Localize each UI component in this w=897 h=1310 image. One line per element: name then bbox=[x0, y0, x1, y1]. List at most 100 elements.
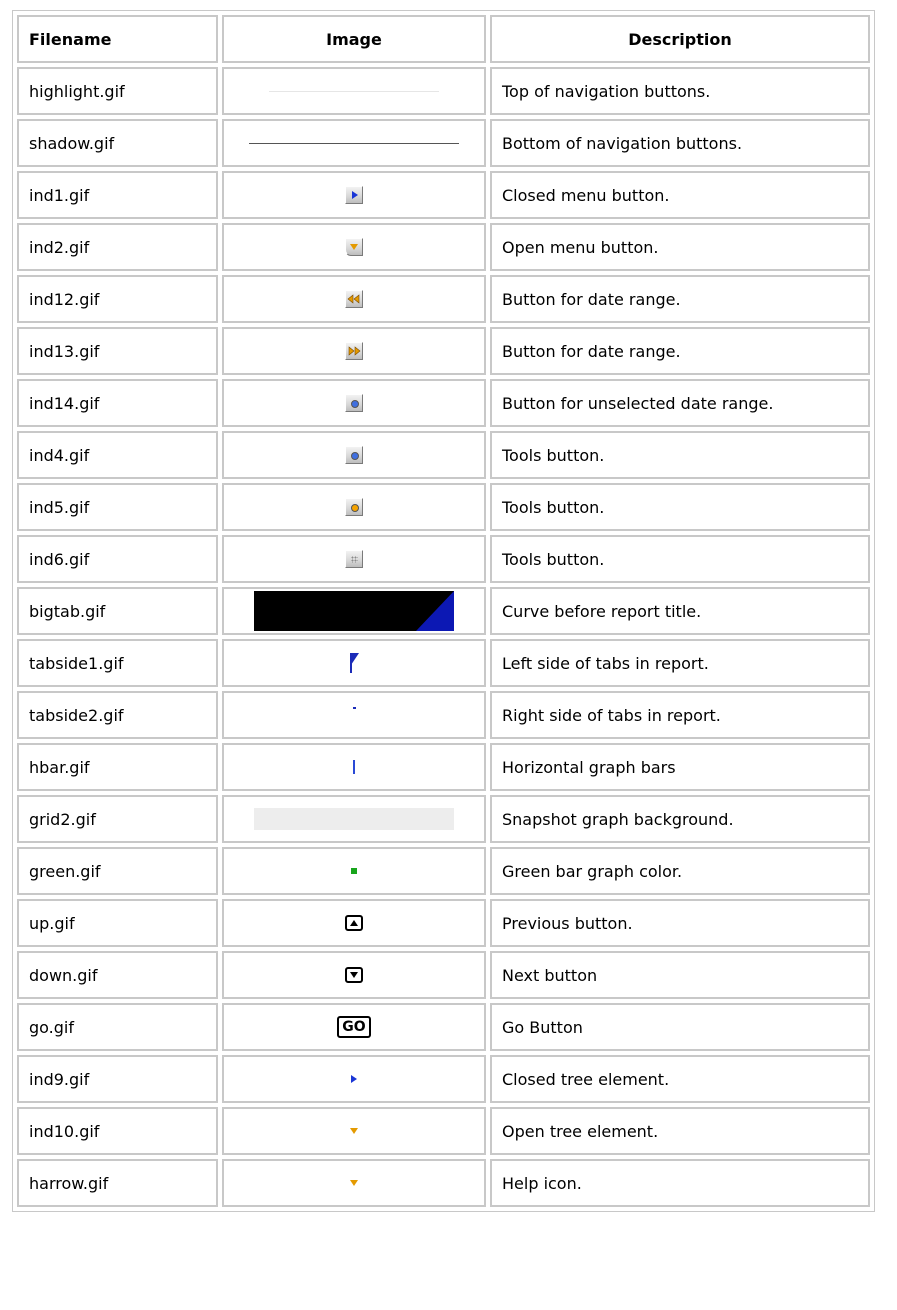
description-cell: Closed tree element. bbox=[490, 1055, 870, 1103]
table-row: harrow.gif Help icon. bbox=[17, 1159, 870, 1207]
description-cell: Go Button bbox=[490, 1003, 870, 1051]
filename-cell: tabside1.gif bbox=[17, 639, 218, 687]
filename-cell: shadow.gif bbox=[17, 119, 218, 167]
tools-button-grid-icon bbox=[345, 550, 363, 568]
image-cell: GO bbox=[222, 1003, 486, 1051]
image-cell bbox=[222, 67, 486, 115]
filename-cell: ind6.gif bbox=[17, 535, 218, 583]
image-cell bbox=[222, 743, 486, 791]
image-cell bbox=[222, 795, 486, 843]
header-image: Image bbox=[222, 15, 486, 63]
open-menu-button-icon bbox=[345, 238, 363, 256]
filename-cell: ind1.gif bbox=[17, 171, 218, 219]
table-row: bigtab.gif Curve before report title. bbox=[17, 587, 870, 635]
help-arrow-icon bbox=[350, 1180, 358, 1186]
date-range-back-icon bbox=[345, 290, 363, 308]
table-row: ind13.gif Button for date range. bbox=[17, 327, 870, 375]
description-cell: Bottom of navigation buttons. bbox=[490, 119, 870, 167]
filename-cell: highlight.gif bbox=[17, 67, 218, 115]
filename-cell: ind9.gif bbox=[17, 1055, 218, 1103]
table-row: tabside1.gif Left side of tabs in report… bbox=[17, 639, 870, 687]
image-cell bbox=[222, 587, 486, 635]
green-square-icon bbox=[351, 868, 357, 874]
bigtab-icon bbox=[254, 591, 454, 631]
description-cell: Button for unselected date range. bbox=[490, 379, 870, 427]
table-row: ind2.gif Open menu button. bbox=[17, 223, 870, 271]
date-range-forward-icon bbox=[345, 342, 363, 360]
image-cell bbox=[222, 379, 486, 427]
horizontal-bar-icon bbox=[353, 760, 355, 774]
description-cell: Left side of tabs in report. bbox=[490, 639, 870, 687]
description-cell: Button for date range. bbox=[490, 275, 870, 323]
table-header-row: Filename Image Description bbox=[17, 15, 870, 63]
table-row: hbar.gif Horizontal graph bars bbox=[17, 743, 870, 791]
filename-cell: harrow.gif bbox=[17, 1159, 218, 1207]
filename-cell: ind10.gif bbox=[17, 1107, 218, 1155]
header-filename: Filename bbox=[17, 15, 218, 63]
closed-menu-button-icon bbox=[345, 186, 363, 204]
filename-cell: hbar.gif bbox=[17, 743, 218, 791]
description-cell: Horizontal graph bars bbox=[490, 743, 870, 791]
description-cell: Previous button. bbox=[490, 899, 870, 947]
filename-cell: ind14.gif bbox=[17, 379, 218, 427]
filename-cell: ind2.gif bbox=[17, 223, 218, 271]
description-cell: Tools button. bbox=[490, 431, 870, 479]
image-cell bbox=[222, 691, 486, 739]
go-button-icon: GO bbox=[337, 1016, 371, 1038]
table-row: highlight.gif Top of navigation buttons. bbox=[17, 67, 870, 115]
description-cell: Open tree element. bbox=[490, 1107, 870, 1155]
filename-cell: ind4.gif bbox=[17, 431, 218, 479]
image-cell bbox=[222, 1107, 486, 1155]
tab-right-side-icon bbox=[352, 707, 356, 709]
description-cell: Green bar graph color. bbox=[490, 847, 870, 895]
filename-cell: ind12.gif bbox=[17, 275, 218, 323]
table-row: grid2.gif Snapshot graph background. bbox=[17, 795, 870, 843]
description-cell: Tools button. bbox=[490, 535, 870, 583]
filename-cell: bigtab.gif bbox=[17, 587, 218, 635]
table-row: go.gif GO Go Button bbox=[17, 1003, 870, 1051]
image-cell bbox=[222, 275, 486, 323]
filename-cell: tabside2.gif bbox=[17, 691, 218, 739]
description-cell: Snapshot graph background. bbox=[490, 795, 870, 843]
filename-cell: up.gif bbox=[17, 899, 218, 947]
filename-cell: ind13.gif bbox=[17, 327, 218, 375]
table-row: ind9.gif Closed tree element. bbox=[17, 1055, 870, 1103]
table-row: ind12.gif Button for date range. bbox=[17, 275, 870, 323]
graph-background-icon bbox=[254, 808, 454, 830]
image-cell bbox=[222, 951, 486, 999]
table-row: ind14.gif Button for unselected date ran… bbox=[17, 379, 870, 427]
filename-cell: down.gif bbox=[17, 951, 218, 999]
header-description: Description bbox=[490, 15, 870, 63]
table-row: shadow.gif Bottom of navigation buttons. bbox=[17, 119, 870, 167]
closed-tree-arrow-icon bbox=[351, 1075, 357, 1083]
image-cell bbox=[222, 639, 486, 687]
table-row: tabside2.gif Right side of tabs in repor… bbox=[17, 691, 870, 739]
image-cell bbox=[222, 847, 486, 895]
table-row: ind5.gif Tools button. bbox=[17, 483, 870, 531]
tools-button-blue-icon bbox=[345, 446, 363, 464]
description-cell: Closed menu button. bbox=[490, 171, 870, 219]
description-cell: Next button bbox=[490, 951, 870, 999]
tab-left-side-icon bbox=[349, 653, 359, 673]
down-arrow-button-icon bbox=[345, 967, 363, 983]
description-cell: Curve before report title. bbox=[490, 587, 870, 635]
filename-cell: green.gif bbox=[17, 847, 218, 895]
table-row: up.gif Previous button. bbox=[17, 899, 870, 947]
highlight-line-icon bbox=[269, 90, 439, 92]
description-cell: Open menu button. bbox=[490, 223, 870, 271]
description-cell: Help icon. bbox=[490, 1159, 870, 1207]
open-tree-arrow-icon bbox=[350, 1128, 358, 1134]
image-cell bbox=[222, 327, 486, 375]
filename-cell: grid2.gif bbox=[17, 795, 218, 843]
shadow-line-icon bbox=[249, 142, 459, 144]
table-row: ind6.gif Tools button. bbox=[17, 535, 870, 583]
image-cell bbox=[222, 535, 486, 583]
image-cell bbox=[222, 899, 486, 947]
image-cell bbox=[222, 171, 486, 219]
table-row: ind10.gif Open tree element. bbox=[17, 1107, 870, 1155]
image-cell bbox=[222, 1159, 486, 1207]
image-cell bbox=[222, 1055, 486, 1103]
up-arrow-button-icon bbox=[345, 915, 363, 931]
table-row: green.gif Green bar graph color. bbox=[17, 847, 870, 895]
unselected-date-range-icon bbox=[345, 394, 363, 412]
